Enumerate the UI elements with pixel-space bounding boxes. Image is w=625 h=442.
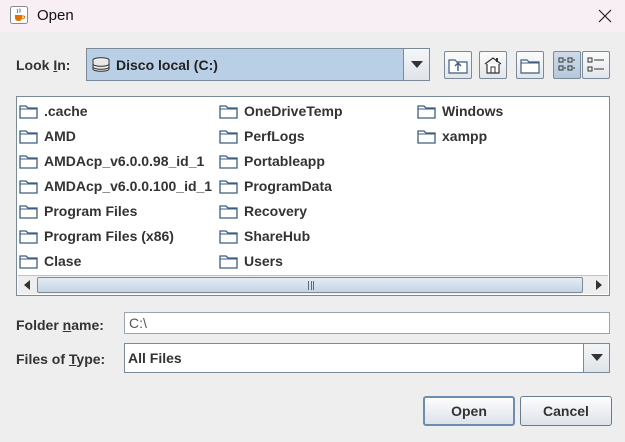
scrollbar-thumb[interactable] [37, 277, 583, 293]
file-name: OneDriveTemp [244, 103, 343, 119]
file-name: Users [244, 253, 283, 269]
folder-icon [219, 228, 238, 244]
horizontal-scrollbar[interactable] [18, 275, 608, 294]
files-of-type-combo[interactable]: All Files [124, 343, 610, 373]
close-button[interactable] [585, 0, 625, 32]
new-folder-button[interactable] [516, 51, 544, 79]
scroll-right-button[interactable] [590, 276, 608, 294]
files-of-type-dropdown-button[interactable] [583, 344, 609, 372]
file-name: Program Files [44, 203, 138, 219]
scrollbar-grip [308, 281, 314, 290]
folder-icon [219, 128, 238, 144]
file-item[interactable]: AMDAcp_v6.0.0.100_id_1 [19, 175, 212, 197]
files-of-type-value: All Files [128, 350, 182, 366]
chevron-left-icon [24, 280, 30, 290]
files-of-type-label: Files of Type: [16, 351, 106, 367]
file-name: Recovery [244, 203, 308, 219]
file-name: PerfLogs [244, 128, 305, 144]
details-view-icon [587, 57, 604, 72]
file-item[interactable]: Clase [19, 250, 81, 272]
folder-icon [19, 153, 38, 169]
folder-icon [417, 128, 436, 144]
open-dialog: Open Look In: Disco local (C:) .cache AM… [0, 0, 625, 442]
file-item[interactable]: Portableapp [219, 150, 325, 172]
folder-icon [19, 253, 38, 269]
file-name: .cache [44, 103, 88, 119]
folder-icon [219, 203, 238, 219]
folder-icon [19, 228, 38, 244]
file-name: Clase [44, 253, 82, 269]
file-name: AMDAcp_v6.0.0.100_id_1 [44, 178, 213, 194]
hard-drive-icon [92, 57, 110, 77]
file-name: ShareHub [244, 228, 311, 244]
folder-icon [19, 178, 38, 194]
close-icon [598, 9, 612, 23]
file-name: Windows [442, 103, 504, 119]
window-title: Open [37, 7, 74, 24]
new-folder-icon [520, 59, 540, 74]
folder-name-label: Folder name: [16, 317, 104, 333]
look-in-combo[interactable]: Disco local (C:) [86, 48, 430, 81]
chevron-down-icon [590, 354, 603, 361]
title-bar[interactable]: Open [0, 0, 625, 32]
folder-icon [19, 203, 38, 219]
up-folder-icon [448, 59, 468, 74]
chevron-down-icon [410, 60, 423, 68]
file-name: AMDAcp_v6.0.0.98_id_1 [44, 153, 205, 169]
file-name: Program Files (x86) [44, 228, 174, 244]
file-item[interactable]: ShareHub [219, 225, 310, 247]
file-item[interactable]: Program Files (x86) [19, 225, 174, 247]
file-item[interactable]: PerfLogs [219, 125, 305, 147]
file-item[interactable]: AMD [19, 125, 76, 147]
folder-name-input[interactable] [124, 312, 610, 334]
file-item[interactable]: Users [219, 250, 283, 272]
file-item[interactable]: Program Files [19, 200, 137, 222]
scroll-left-button[interactable] [18, 276, 36, 294]
up-one-level-button[interactable] [444, 51, 472, 79]
java-cup-icon [10, 6, 28, 24]
file-list[interactable]: .cache AMD AMDAcp_v6.0.0.98_id_1 AMDAcp_v6.… [16, 96, 610, 296]
file-item[interactable]: Recovery [219, 200, 307, 222]
file-name: AMD [44, 128, 76, 144]
look-in-value: Disco local (C:) [116, 57, 218, 73]
file-item[interactable]: OneDriveTemp [219, 100, 343, 122]
folder-icon [219, 178, 238, 194]
chevron-right-icon [596, 280, 602, 290]
folder-icon [219, 103, 238, 119]
cancel-button[interactable]: Cancel [520, 396, 612, 426]
file-item[interactable]: ProgramData [219, 175, 332, 197]
details-view-button[interactable] [582, 51, 610, 79]
look-in-label: Look In: [16, 57, 71, 73]
folder-icon [219, 153, 238, 169]
folder-icon [219, 253, 238, 269]
folder-icon [19, 128, 38, 144]
folder-icon [417, 103, 436, 119]
file-name: ProgramData [244, 178, 332, 194]
home-icon [484, 57, 502, 74]
file-name: Portableapp [244, 153, 325, 169]
look-in-dropdown-button[interactable] [403, 49, 429, 80]
home-button[interactable] [479, 51, 507, 79]
file-item[interactable]: Windows [417, 100, 503, 122]
file-item[interactable]: .cache [19, 100, 88, 122]
open-button[interactable]: Open [423, 396, 515, 426]
list-view-button[interactable] [553, 51, 581, 79]
list-view-icon [558, 57, 575, 71]
file-item[interactable]: xampp [417, 125, 487, 147]
file-item[interactable]: AMDAcp_v6.0.0.98_id_1 [19, 150, 204, 172]
file-name: xampp [442, 128, 488, 144]
folder-icon [19, 103, 38, 119]
